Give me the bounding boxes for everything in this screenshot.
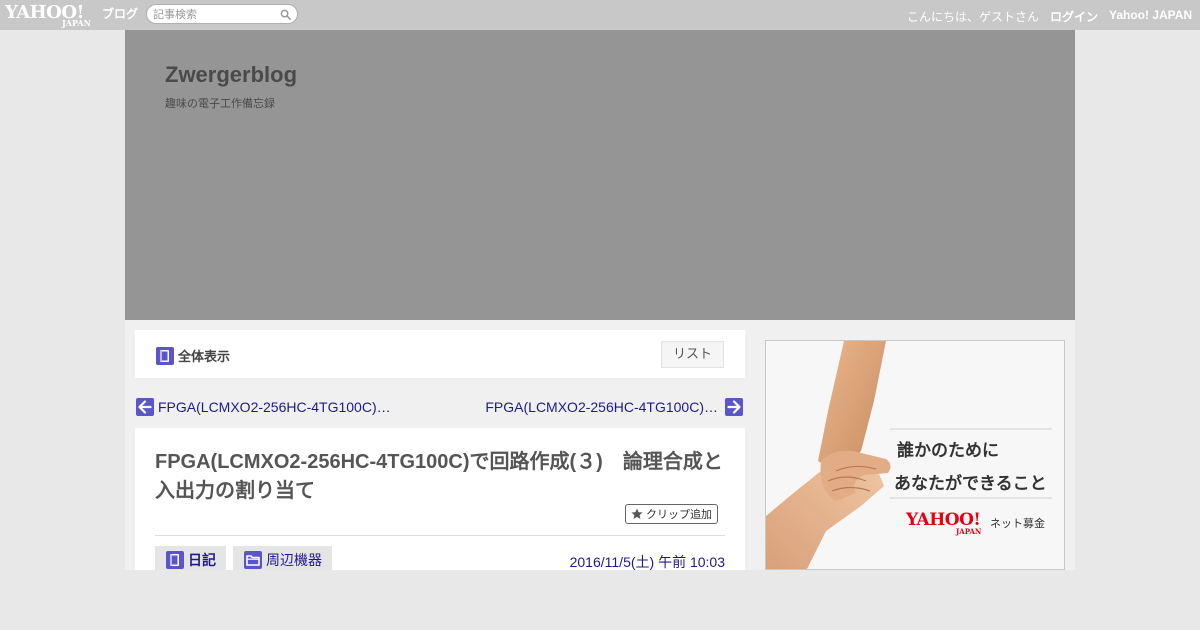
next-article-link[interactable]: FPGA(LCMXO2-256HC-4TG100C)… — [485, 398, 743, 416]
view-all-tab[interactable]: 全体表示 — [156, 346, 230, 365]
book-icon — [156, 346, 174, 365]
folder-icon — [244, 551, 262, 569]
list-view-button[interactable]: リスト — [661, 341, 724, 368]
yahoo-logo-sub: JAPAN — [62, 18, 91, 28]
next-article-title: FPGA(LCMXO2-256HC-4TG100C)… — [485, 399, 718, 415]
prev-article-link[interactable]: FPGA(LCMXO2-256HC-4TG100C)… — [136, 398, 391, 416]
yahoo-japan-link[interactable]: Yahoo! JAPAN — [1109, 8, 1192, 22]
yahoo-logo[interactable]: YAHOO! JAPAN — [5, 2, 100, 28]
blog-subtitle: 趣味の電子工作備忘録 — [165, 97, 275, 110]
tag-diary-label: 日記 — [188, 553, 216, 569]
search-icon[interactable] — [280, 9, 291, 20]
blog-title[interactable]: Zwergerblog — [165, 62, 297, 88]
login-link[interactable]: ログイン — [1050, 8, 1098, 25]
clip-add-button[interactable]: クリップ追加 — [625, 504, 718, 524]
search-box — [146, 4, 298, 24]
greeting-text: こんにちは、ゲストさん — [907, 10, 1040, 24]
article-date: 2016/11/5(土) 午前 10:03 — [569, 554, 725, 570]
search-input[interactable] — [153, 7, 273, 22]
arrow-right-icon — [725, 398, 743, 416]
tag-category-label: 周辺機器 — [266, 553, 322, 569]
ad-service-name: ネット募金 — [990, 517, 1045, 530]
blog-service-label[interactable]: ブログ — [102, 5, 138, 22]
sidebar-ad-banner[interactable]: 誰かのために あなたができること YAHOO! JAPAN ネット募金 — [765, 340, 1065, 570]
ad-yahoo-logo-sub: JAPAN — [956, 527, 982, 536]
view-all-label: 全体表示 — [178, 350, 231, 365]
star-icon — [631, 508, 643, 519]
arrow-left-icon — [136, 398, 154, 416]
clip-add-label: クリップ追加 — [646, 508, 712, 521]
ad-copy-line1: 誰かのために — [897, 441, 999, 461]
view-switch-panel: 全体表示 リスト — [135, 330, 745, 378]
article-pager: FPGA(LCMXO2-256HC-4TG100C)… FPGA(LCMXO2-… — [135, 396, 745, 420]
prev-article-title: FPGA(LCMXO2-256HC-4TG100C)… — [158, 399, 391, 415]
page-bottom-band — [0, 570, 1200, 630]
ad-copy-line2: あなたができること — [894, 474, 1047, 494]
blog-header: Zwergerblog 趣味の電子工作備忘録 — [125, 30, 1075, 320]
book-icon — [166, 551, 184, 569]
article-divider — [155, 535, 725, 536]
article-title: FPGA(LCMXO2-256HC-4TG100C)で回路作成(３) 論理合成と… — [155, 451, 723, 502]
yahoo-topbar: YAHOO! JAPAN ブログ こんにちは、ゲストさん ログイン Yahoo!… — [0, 0, 1200, 30]
article-card: FPGA(LCMXO2-256HC-4TG100C)で回路作成(３) 論理合成と… — [135, 428, 745, 574]
